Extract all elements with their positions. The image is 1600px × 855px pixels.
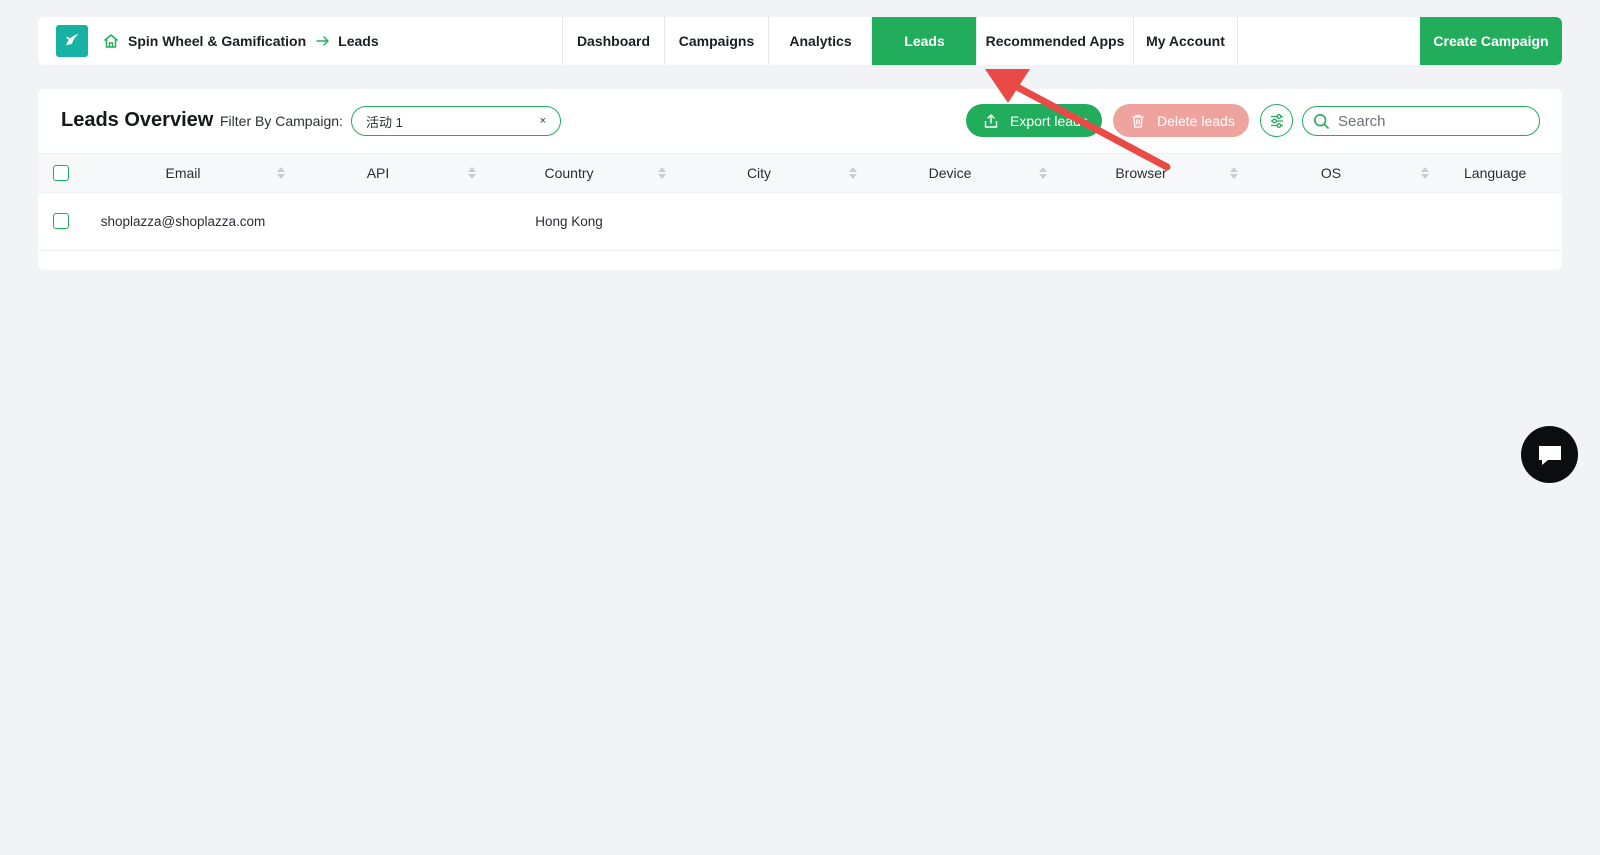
cell-browser [1046,193,1236,250]
cell-device [855,193,1045,250]
page-title: Leads Overview [61,109,214,131]
leads-card: Leads Overview Filter By Campaign: 活动 1 … [38,89,1562,270]
tab-recommended-apps[interactable]: Recommended Apps [976,17,1133,65]
sort-icon[interactable] [1421,167,1429,179]
main-nav: Dashboard Campaigns Analytics Leads Reco… [562,17,1238,65]
export-leads-label: Export leads [1010,112,1088,129]
cell-country: Hong Kong [535,214,603,229]
app-logo-icon[interactable] [56,25,88,57]
create-campaign-button[interactable]: Create Campaign [1420,17,1562,65]
export-leads-button[interactable]: Export leads [966,104,1102,137]
sort-icon[interactable] [1039,167,1047,179]
delete-leads-label: Delete leads [1157,112,1235,129]
trash-icon [1130,113,1146,129]
column-header-device[interactable]: Device [855,154,1045,192]
breadcrumb-app-link[interactable]: Spin Wheel & Gamification [128,33,306,49]
top-bar: Spin Wheel & Gamification Leads Dashboar… [38,17,1562,65]
cell-email: shoplazza@shoplazza.com [100,214,266,229]
filter-label: Filter By Campaign: [220,113,343,129]
cell-city [664,193,854,250]
delete-leads-button[interactable]: Delete leads [1113,104,1249,137]
search-icon [1313,113,1330,130]
tab-dashboard[interactable]: Dashboard [562,17,664,65]
sort-icon[interactable] [1230,167,1238,179]
clear-filter-icon[interactable]: × [540,115,546,127]
breadcrumb-current: Leads [338,33,379,49]
tab-my-account[interactable]: My Account [1133,17,1238,65]
upload-icon [983,113,999,129]
breadcrumb-arrow-icon [316,34,330,48]
search-box [1302,106,1540,136]
sort-icon[interactable] [658,167,666,179]
campaign-filter-select[interactable]: 活动 1 × [351,106,561,136]
column-header-city[interactable]: City [664,154,854,192]
sort-icon[interactable] [849,167,857,179]
column-settings-button[interactable] [1260,104,1293,137]
chat-widget-button[interactable] [1521,426,1578,483]
row-checkbox[interactable] [53,213,69,229]
cell-api [283,193,473,250]
leads-toolbar: Leads Overview Filter By Campaign: 活动 1 … [38,89,1562,153]
table-header: Email API Country City Device Browser OS… [38,153,1562,193]
breadcrumb: Spin Wheel & Gamification Leads [38,17,562,65]
tab-campaigns[interactable]: Campaigns [664,17,768,65]
column-header-os[interactable]: OS [1236,154,1426,192]
column-header-country[interactable]: Country [474,154,664,192]
search-input[interactable] [1338,112,1528,130]
select-all-checkbox[interactable] [53,165,69,181]
chat-icon [1536,442,1564,468]
campaign-filter-value: 活动 1 [366,114,403,130]
column-header-email[interactable]: Email [88,154,278,192]
cell-language [1464,193,1562,250]
tab-leads[interactable]: Leads [872,17,976,65]
sliders-icon [1268,112,1286,130]
column-header-language[interactable]: Language [1464,154,1562,192]
column-header-browser[interactable]: Browser [1046,154,1236,192]
home-icon[interactable] [102,32,120,50]
sort-icon[interactable] [468,167,476,179]
cell-os [1236,193,1426,250]
column-header-api[interactable]: API [283,154,473,192]
table-row[interactable]: shoplazza@shoplazza.com Hong Kong [38,193,1562,251]
sort-icon[interactable] [277,167,285,179]
tab-analytics[interactable]: Analytics [768,17,872,65]
